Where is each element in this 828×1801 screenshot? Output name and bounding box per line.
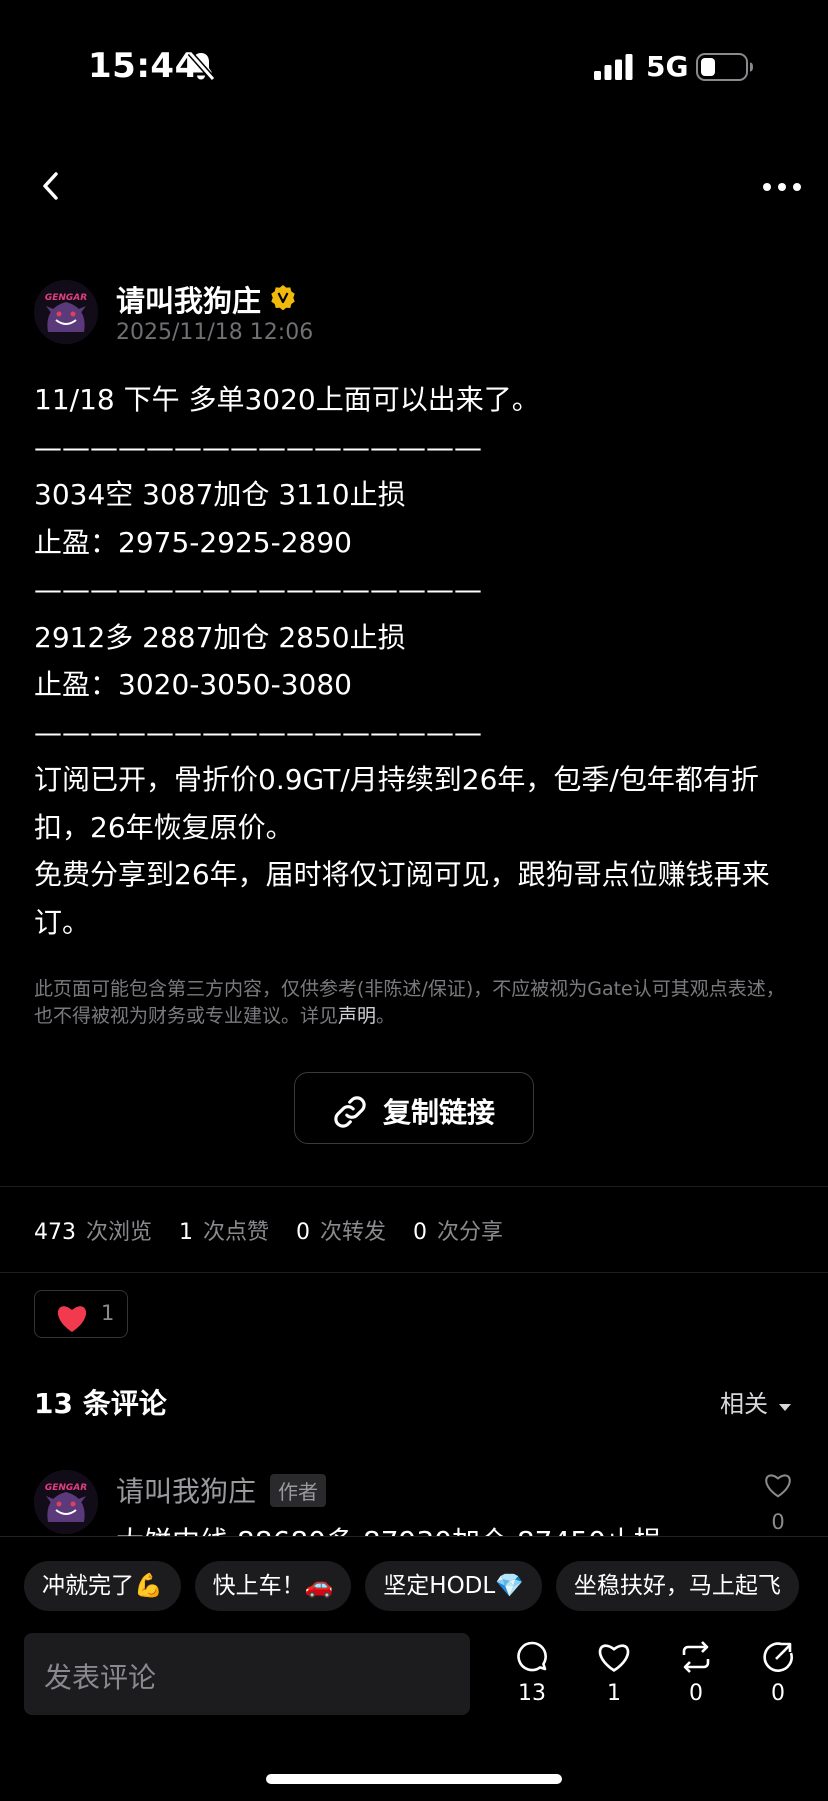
more-options-button[interactable] — [760, 172, 804, 202]
comments-action-count: 13 — [518, 1681, 546, 1706]
post-paragraph: 订阅已开，骨折价0.9GT/月持续到26年，包季/包年都有折扣，26年恢复原价。 — [34, 763, 759, 844]
shares-count: 0 — [413, 1220, 428, 1245]
home-indicator[interactable] — [266, 1774, 562, 1784]
svg-text:GENGAR: GENGAR — [45, 293, 87, 303]
disclaimer-statement-link[interactable]: 声明 — [338, 1005, 376, 1027]
link-icon — [331, 1093, 369, 1135]
divider — [0, 1186, 828, 1187]
commenter-avatar[interactable]: GENGAR — [34, 1470, 98, 1534]
signal-icon — [594, 54, 634, 84]
divider — [0, 1272, 828, 1273]
repost-icon — [682, 1641, 710, 1673]
more-icon — [763, 183, 801, 191]
shares-label: 次分享 — [437, 1220, 504, 1245]
author-name[interactable]: 请叫我狗庄 — [116, 278, 261, 320]
quick-reply-chip[interactable]: 坚定HODL💎 — [365, 1561, 542, 1611]
quick-reply-chip[interactable]: 坐稳扶好，马上起飞 — [555, 1561, 799, 1611]
disclaimer-body: 此页面可能包含第三方内容，仅供参考(非陈述/保证)，不应被视为Gate认可其观点… — [34, 978, 785, 1027]
comment-input[interactable]: 发表评论 — [24, 1633, 470, 1715]
disclaimer-period: 。 — [376, 1005, 396, 1027]
bell-muted-icon — [186, 50, 216, 86]
post-timestamp: 2025/11/18 12:06 — [116, 320, 314, 345]
post-line: 3034空 3087加仓 3110止损 — [34, 478, 406, 511]
copy-link-button[interactable]: 复制链接 — [294, 1072, 534, 1144]
post-separator: ———————————————— — [34, 430, 482, 464]
reposts-count: 0 — [296, 1220, 311, 1245]
post-line: 止盈：3020-3050-3080 — [34, 668, 352, 701]
back-button[interactable] — [34, 166, 68, 206]
share-icon — [763, 1642, 793, 1672]
caret-down-icon[interactable] — [778, 1397, 792, 1416]
heart-reaction-chip[interactable]: 1 — [34, 1290, 128, 1338]
post-separator: ———————————————— — [34, 573, 482, 606]
copy-link-label: 复制链接 — [383, 1096, 496, 1129]
quick-reply-chip[interactable]: 冲就完了💪 — [24, 1561, 181, 1611]
comments-sort-dropdown[interactable]: 相关 — [720, 1384, 768, 1419]
status-time: 15:44 — [88, 46, 199, 86]
likes-count: 1 — [179, 1220, 194, 1245]
comment-composer-panel: 冲就完了💪 快上车！🚗 坚定HODL💎 坐稳扶好，马上起飞 发表评论 13 1 0 0 — [0, 1536, 828, 1801]
post-author: GENGAR 请叫我狗庄 2025/11/18 12:06 — [34, 278, 774, 348]
network-type: 5G — [646, 50, 689, 83]
post-line: 2912多 2887加仓 2850止损 — [34, 620, 406, 654]
author-badge: 作者 — [270, 1474, 326, 1507]
comment-input-placeholder: 发表评论 — [44, 1661, 157, 1694]
post-line: 11/18 下午 多单3020上面可以出来了。 — [34, 383, 540, 416]
battery-icon — [696, 53, 754, 85]
comment-like-count: 0 — [771, 1510, 785, 1534]
post-line: 止盈：2975-2925-2890 — [34, 525, 352, 559]
comment-like-icon[interactable] — [760, 1470, 796, 1504]
comments-title: 13 条评论 — [34, 1387, 167, 1420]
share-action-count: 0 — [771, 1681, 785, 1706]
author-avatar[interactable]: GENGAR — [34, 280, 98, 344]
disclaimer-text: 此页面可能包含第三方内容，仅供参考(非陈述/保证)，不应被视为Gate认可其观点… — [34, 976, 794, 1030]
repost-action-count: 0 — [689, 1681, 703, 1706]
views-count: 473 — [34, 1220, 76, 1245]
likes-label: 次点赞 — [203, 1220, 270, 1245]
like-action-count: 1 — [607, 1681, 621, 1706]
heart-icon — [57, 1306, 87, 1332]
post-separator: ———————————————— — [34, 715, 482, 749]
verified-badge-icon — [270, 284, 296, 314]
commenter-name[interactable]: 请叫我狗庄 — [116, 1470, 256, 1510]
repost-action-button[interactable]: 0 — [666, 1639, 726, 1706]
post-paragraph: 免费分享到26年，届时将仅订阅可见，跟狗哥点位赚钱再来订。 — [34, 858, 770, 939]
heart-reaction-count: 1 — [101, 1301, 115, 1325]
share-action-button[interactable]: 0 — [748, 1639, 808, 1706]
like-action-button[interactable]: 1 — [584, 1639, 644, 1706]
comments-action-button[interactable]: 13 — [502, 1639, 562, 1706]
quick-reply-chips: 冲就完了💪 快上车！🚗 坚定HODL💎 坐稳扶好，马上起飞 — [24, 1561, 828, 1613]
views-label: 次浏览 — [86, 1220, 153, 1245]
heart-outline-icon — [598, 1644, 630, 1673]
comment-item: GENGAR 请叫我狗庄 作者 大饼中线 88680多 87930加仓 8745… — [34, 1468, 814, 1558]
post-stats: 473 次浏览 1 次点赞 0 次转发 0 次分享 — [34, 1214, 523, 1246]
reposts-label: 次转发 — [320, 1220, 387, 1245]
quick-reply-chip[interactable]: 快上车！🚗 — [194, 1561, 352, 1611]
svg-text:GENGAR: GENGAR — [45, 1483, 87, 1493]
status-bar: 15:44 5G — [0, 0, 828, 140]
comment-bubble-icon — [517, 1641, 547, 1672]
post-content: 11/18 下午 多单3020上面可以出来了。 ————————————————… — [34, 376, 804, 946]
